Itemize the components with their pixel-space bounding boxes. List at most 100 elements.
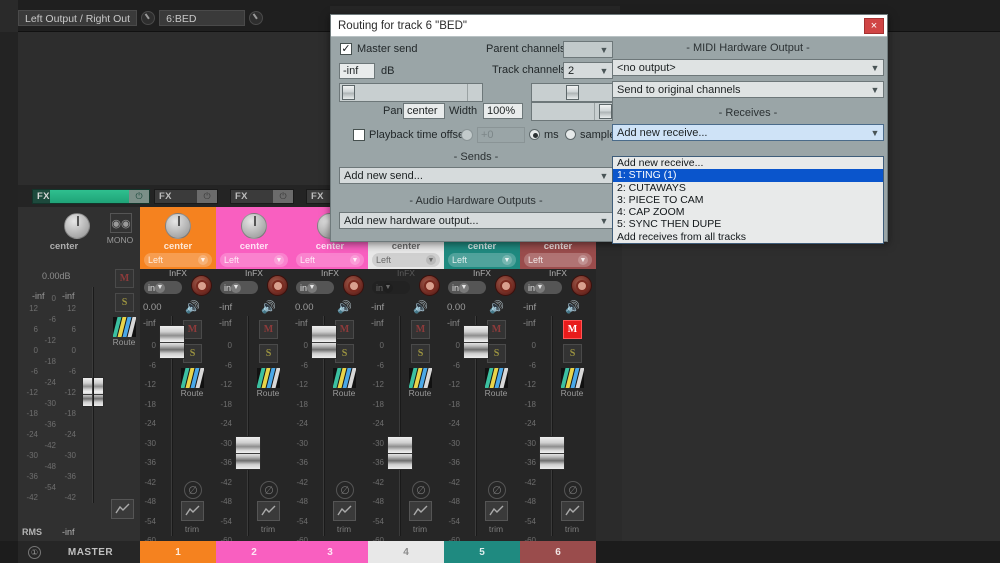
track-solo-button[interactable]: S [487,344,506,363]
parent-channels-select[interactable]: ▼ [563,41,613,58]
speaker-icon[interactable]: 🔊 [335,298,354,316]
ms-radio[interactable] [529,129,540,140]
track-trim-button[interactable] [181,501,204,521]
dropdown-item[interactable]: 1: STING (1) [613,169,883,182]
master-fader-track[interactable] [92,287,94,503]
master-send-checkbox[interactable]: ✓ [340,43,352,55]
track-solo-button[interactable]: S [563,344,582,363]
track-record-arm-button[interactable] [267,275,288,296]
send-pan-slider[interactable] [531,83,613,102]
track-mute-button[interactable]: M [487,320,506,339]
dropdown-item[interactable]: 2: CUTAWAYS [613,182,883,194]
slider-handle[interactable] [566,85,579,100]
track-number-cell-6[interactable]: 6 [520,541,596,563]
power-icon[interactable]: ⏻ [197,190,217,203]
send-volume-slider[interactable] [339,83,483,102]
track-output-select[interactable]: Left ▼ [372,253,440,267]
master-bottom-bar[interactable]: ① MASTER [18,541,140,563]
add-new-hardware-output-select[interactable]: Add new hardware output... ▼ [339,212,613,229]
master-trim-button[interactable] [111,499,134,519]
fx-button-track-2[interactable]: FX ⏻ [230,189,294,204]
phase-invert-icon[interactable]: ∅ [260,481,278,499]
samples-radio[interactable] [565,129,576,140]
speaker-icon[interactable]: 🔊 [487,298,506,316]
phase-invert-icon[interactable]: ∅ [488,481,506,499]
fx-button-master[interactable]: FX ⏻ [32,189,150,204]
receives-dropdown-list[interactable]: Add new receive... 1: STING (1) 2: CUTAWAY… [612,156,884,245]
midi-output-select[interactable]: <no output> ▼ [612,59,884,76]
track-volume-value[interactable]: 0.00 [295,302,314,313]
dropdown-item[interactable]: 3: PIECE TO CAM [613,194,883,206]
close-icon[interactable]: × [864,18,884,34]
track-pan-knob[interactable] [241,213,267,239]
master-output-field[interactable]: Left Output / Right Out [18,10,138,26]
track-mute-button[interactable]: M [259,320,278,339]
track-select-field[interactable]: 6:BED [159,10,246,26]
track-solo-button[interactable]: S [183,344,202,363]
pan-knob-icon[interactable] [165,213,191,239]
master-mute-button[interactable]: M [115,269,134,288]
track-route-button[interactable] [181,368,204,388]
track-number-cell-3[interactable]: 3 [292,541,368,563]
master-solo-button[interactable]: S [115,293,134,312]
track-number-cell-2[interactable]: 2 [216,541,292,563]
master-pan-knob[interactable] [64,213,90,239]
track-input-select[interactable]: in ▼ [524,281,562,294]
track-record-arm-button[interactable] [191,275,212,296]
track-fader-handle[interactable] [463,325,489,359]
track-output-select[interactable]: Left ▼ [144,253,212,267]
track-record-arm-button[interactable] [419,275,440,296]
track-input-select[interactable]: in ▼ [372,281,410,294]
master-route-button[interactable] [113,317,136,337]
track-input-select[interactable]: in ▼ [144,281,182,294]
speaker-icon[interactable]: 🔊 [183,298,202,316]
speaker-icon[interactable]: 🔊 [411,298,430,316]
track-route-button[interactable] [409,368,432,388]
track-fader-track[interactable] [399,316,401,536]
track-route-button[interactable] [485,368,508,388]
track-mute-button[interactable]: M [411,320,430,339]
dialog-title-bar[interactable]: Routing for track 6 "BED" × [331,15,887,37]
track-mute-button[interactable]: M [183,320,202,339]
track-volume-value[interactable]: -inf [219,302,232,313]
master-volume-value[interactable]: 0.00dB [42,271,71,281]
track-record-arm-button[interactable] [571,275,592,296]
track-trim-button[interactable] [561,501,584,521]
playback-offset-field[interactable]: +0 [477,127,525,143]
track-fader-handle[interactable] [159,325,185,359]
pan-knob-icon[interactable] [64,213,90,239]
dropdown-item[interactable]: Add receives from all tracks [613,231,883,243]
pan-value-field[interactable]: center [403,103,445,119]
track-solo-button[interactable]: S [259,344,278,363]
track-trim-button[interactable] [257,501,280,521]
width-value-field[interactable]: 100% [483,103,523,119]
track-fader-handle[interactable] [387,436,413,470]
track-pan-knob[interactable] [165,213,191,239]
output-pan-knob-icon[interactable] [141,11,156,25]
fx-button-track-1[interactable]: FX ⏻ [154,189,218,204]
track-trim-button[interactable] [333,501,356,521]
track-channels-select[interactable]: 2 ▼ [563,62,613,79]
pan-knob-icon[interactable] [241,213,267,239]
track-trim-button[interactable] [485,501,508,521]
mono-button[interactable]: ◉◉ [110,213,132,233]
track-fader-handle[interactable] [235,436,261,470]
track-solo-button[interactable]: S [411,344,430,363]
phase-invert-icon[interactable]: ∅ [564,481,582,499]
track-mute-button[interactable]: M [563,320,582,339]
playback-offset-checkbox[interactable] [353,129,365,141]
phase-invert-icon[interactable]: ∅ [336,481,354,499]
add-new-send-select[interactable]: Add new send... ▼ [339,167,613,184]
slider-handle[interactable] [342,85,355,100]
power-icon[interactable]: ⏻ [129,190,149,203]
track-output-select[interactable]: Left ▼ [448,253,516,267]
track-record-arm-button[interactable] [495,275,516,296]
midi-channels-select[interactable]: Send to original channels ▼ [612,81,884,98]
dropdown-item[interactable]: Add new receive... [613,157,883,169]
track-fader-handle[interactable] [311,325,337,359]
track-output-select[interactable]: Left ▼ [296,253,364,267]
phase-invert-icon[interactable]: ∅ [412,481,430,499]
track-fader-track[interactable] [551,316,553,536]
track-volume-value[interactable]: 0.00 [143,302,162,313]
slider-handle[interactable] [599,104,612,119]
